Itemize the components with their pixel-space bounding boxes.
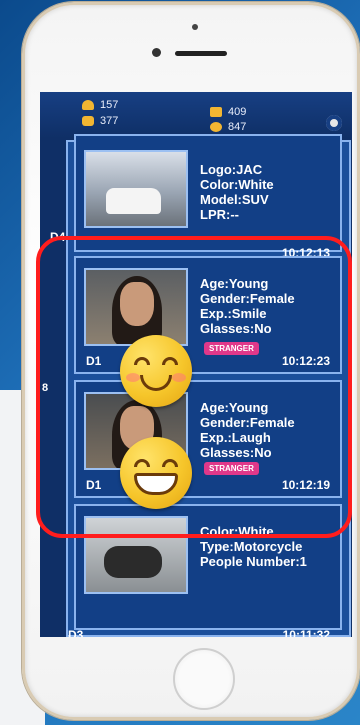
capture-card-vehicle[interactable]: Logo:JAC Color:White Model:SUV LPR:-- D4… [50, 134, 342, 260]
people-stat: 157 [82, 99, 118, 111]
attr-line: Color:White [200, 177, 274, 192]
people-count: 157 [100, 99, 119, 111]
front-camera [152, 48, 161, 57]
attr-line: Type:Motorcycle [200, 539, 303, 554]
group-stat: 409 [210, 106, 246, 118]
car-stat: 377 [82, 115, 118, 127]
sensor-dot [192, 24, 198, 30]
person-icon [82, 100, 94, 110]
group-count: 409 [228, 106, 247, 118]
highlight-annotation [36, 236, 352, 538]
stats-header: 157 377 409 847 [40, 92, 352, 138]
vehicle-snapshot [84, 150, 188, 228]
attr-line: People Number:1 [200, 554, 307, 569]
gear-icon[interactable] [326, 115, 342, 131]
device-label: D3 [68, 628, 84, 637]
bicycle-icon [210, 122, 222, 132]
group-icon [210, 107, 222, 117]
earpiece-speaker [175, 51, 227, 56]
smiling-emoji-icon [120, 335, 192, 407]
capture-time: 10:11:32 [282, 628, 330, 637]
car-icon [82, 116, 94, 126]
bike-count: 847 [228, 121, 247, 133]
car-count: 377 [100, 115, 119, 127]
attr-line: Model:SUV [200, 192, 269, 207]
attr-line: Logo:JAC [200, 162, 263, 177]
attr-line: LPR:-- [200, 207, 239, 222]
bike-stat: 847 [210, 121, 246, 133]
vehicle-attributes: Logo:JAC Color:White Model:SUV LPR:-- [200, 162, 274, 222]
grinning-emoji-icon [120, 437, 192, 509]
home-button[interactable] [173, 648, 235, 710]
